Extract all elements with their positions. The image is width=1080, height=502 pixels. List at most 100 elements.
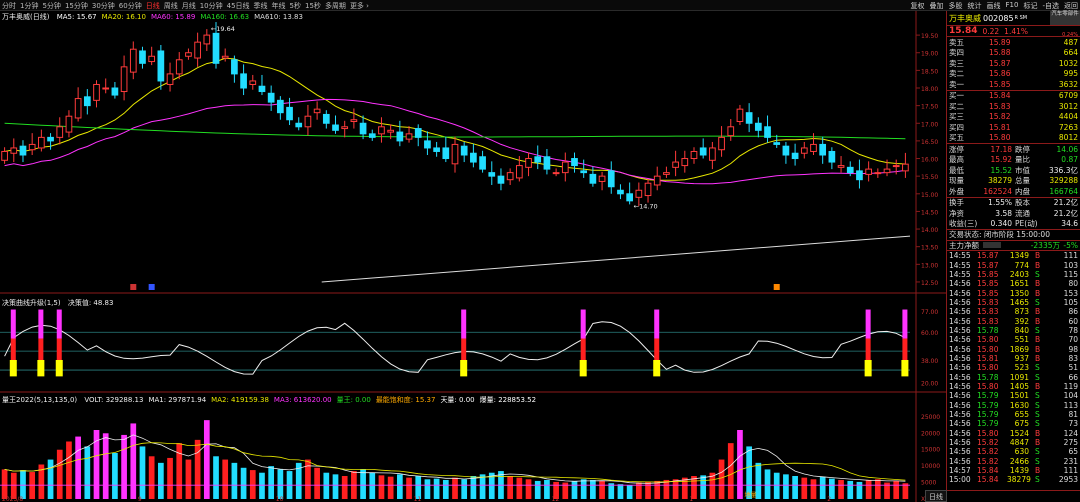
chart-area[interactable]: 19.50 19.00 18.50 18.00 17.50 17.00 16.50 16.00…: [0, 11, 946, 502]
tick-count: 70: [1068, 335, 1078, 345]
signal-bar-magenta: [38, 309, 44, 339]
period-tab[interactable]: 5秒: [290, 1, 301, 11]
price-axis-label: 19.50: [921, 33, 938, 40]
volume-bar: [323, 472, 330, 499]
period-tab[interactable]: 45日线: [227, 1, 250, 11]
tool-button[interactable]: 复权: [911, 1, 925, 11]
volume-bar: [792, 476, 798, 499]
volume-bar: [277, 469, 284, 499]
price-row: 15.84 0.22 1.41% 0.24%: [947, 26, 1080, 38]
tick-price: 15.78: [977, 325, 999, 335]
volume-labels: VOLT: 329288.13 MA1: 297871.94 MA2: 419159…: [84, 396, 541, 404]
volume-axis-label: 25000: [921, 414, 940, 421]
period-tab[interactable]: 15分钟: [65, 1, 88, 11]
period-tab[interactable]: 更多 ›: [350, 1, 369, 11]
tick-volume: 1869: [1009, 344, 1029, 354]
stats-block-2: 换手 1.55% 股本 21.2亿 净资 3.58 流通 21.2亿 收益(三) 0.340 PE(…: [947, 198, 1080, 230]
tick-side: S: [1035, 325, 1040, 335]
tick-row: 14:56 15.80 1524 B 124: [947, 429, 1080, 438]
date-label: 2025/8: [2, 496, 23, 502]
signal-bar-red: [56, 338, 62, 360]
period-tab[interactable]: 日线: [146, 1, 160, 11]
tick-side: B: [1035, 307, 1041, 317]
period-tab[interactable]: 年线: [272, 1, 286, 11]
candle-body: [194, 41, 201, 59]
candle-body: [525, 158, 532, 168]
main-flow-value: -2335万: [1030, 240, 1060, 250]
tick-volume: 1651: [1009, 279, 1029, 289]
low-volume-tag: 地量: [745, 491, 757, 499]
stat-label: 换手: [949, 198, 964, 208]
stat-label: PE(动): [1015, 219, 1038, 229]
candle-body: [212, 32, 220, 64]
order-row: 卖四 15.88 664: [947, 48, 1080, 59]
candle-body: [341, 126, 349, 130]
period-tab[interactable]: 分时: [2, 1, 16, 11]
tick-volume: 1630: [1009, 400, 1029, 410]
tool-button[interactable]: F10: [1006, 1, 1019, 11]
signal-bar-yellow: [653, 359, 661, 377]
period-tab[interactable]: 60分钟: [119, 1, 142, 11]
tick-time: 14:56: [949, 325, 971, 335]
period-tab[interactable]: 月线: [182, 1, 196, 11]
volume-label: 最能饱和度: 15.37: [375, 396, 436, 404]
period-tab[interactable]: 15秒: [305, 1, 321, 11]
tick-time: 14:57: [949, 466, 971, 476]
period-tab[interactable]: 1分钟: [20, 1, 38, 11]
tool-button[interactable]: 叠加: [930, 1, 944, 11]
candle-body: [28, 143, 36, 151]
tick-volume: 1439: [1009, 466, 1029, 476]
candle-body: [598, 175, 606, 182]
volume-bar: [139, 446, 146, 499]
tool-button[interactable]: 画线: [987, 1, 1001, 11]
tool-button[interactable]: 标记: [1023, 1, 1037, 11]
volume-bar: [249, 470, 256, 499]
volume-bar: [66, 441, 72, 499]
candle-body: [635, 189, 643, 198]
tick-side: S: [1035, 419, 1040, 429]
candle-body: [304, 115, 312, 128]
signal-bar-red: [865, 338, 871, 360]
tool-button[interactable]: 返回: [1064, 1, 1078, 11]
stock-chart-svg[interactable]: 19.50 19.00 18.50 18.00 17.50 17.00 16.50 16.00…: [0, 11, 946, 502]
stock-name[interactable]: 万丰奥威: [949, 13, 981, 24]
volume-bar: [727, 443, 734, 499]
tool-button[interactable]: 多股: [949, 1, 963, 11]
tick-time: 14:55: [949, 269, 971, 279]
tick-price: 15.87: [977, 251, 999, 261]
tool-button[interactable]: 统计: [968, 1, 982, 11]
indicator1-axis-label: 60.00: [921, 330, 938, 337]
volume-bar: [121, 434, 127, 499]
ask-book: 卖五 15.89 487 卖四 15.88 664 卖三 15.87 1032 卖二 15.86 99…: [947, 37, 1080, 91]
order-label: 买一: [949, 91, 964, 101]
tick-count: 111: [1063, 251, 1078, 261]
tick-list[interactable]: 14:55 15.87 1349 B 111 14:55 15.87 774 B 103 14:55…: [947, 251, 1080, 485]
daily-tab[interactable]: 日线: [925, 490, 947, 502]
stat-value: 162524: [983, 186, 1012, 196]
tick-count: 124: [1063, 428, 1078, 438]
stat-row: 收益(三) 0.340 PE(动) 34.6: [947, 219, 1080, 230]
tick-price: 15.87: [977, 260, 999, 270]
main-flow-pct: -5%: [1063, 240, 1078, 250]
volume-bar: [268, 466, 275, 499]
stat-label: 外盘: [949, 186, 964, 196]
period-tab[interactable]: 10分钟: [200, 1, 223, 11]
period-tab[interactable]: 季线: [254, 1, 268, 11]
candle-body: [148, 55, 156, 63]
candle-body: [718, 136, 725, 151]
period-tab[interactable]: 30分钟: [92, 1, 115, 11]
tick-price: 15.84: [977, 466, 999, 476]
period-tab[interactable]: 5分钟: [42, 1, 60, 11]
order-volume: 8012: [1058, 133, 1078, 143]
period-tab[interactable]: 多周期: [325, 1, 346, 11]
signal-bar-magenta: [902, 309, 908, 339]
candle-body: [249, 80, 257, 85]
tool-button[interactable]: -自选: [1042, 1, 1059, 11]
period-tab[interactable]: 周线: [164, 1, 178, 11]
sector-button[interactable]: 汽车零部件: [1050, 11, 1080, 25]
price-axis-label: 13.00: [921, 262, 938, 269]
indicator1-title: 决策曲线升级(1,5): [2, 299, 61, 307]
volume-bar: [856, 481, 863, 499]
order-row: 卖五 15.89 487: [947, 37, 1080, 48]
bid-book: 买一 15.84 6709 买二 15.83 3012 买三 15.82 4404 买四 15.81…: [947, 91, 1080, 144]
